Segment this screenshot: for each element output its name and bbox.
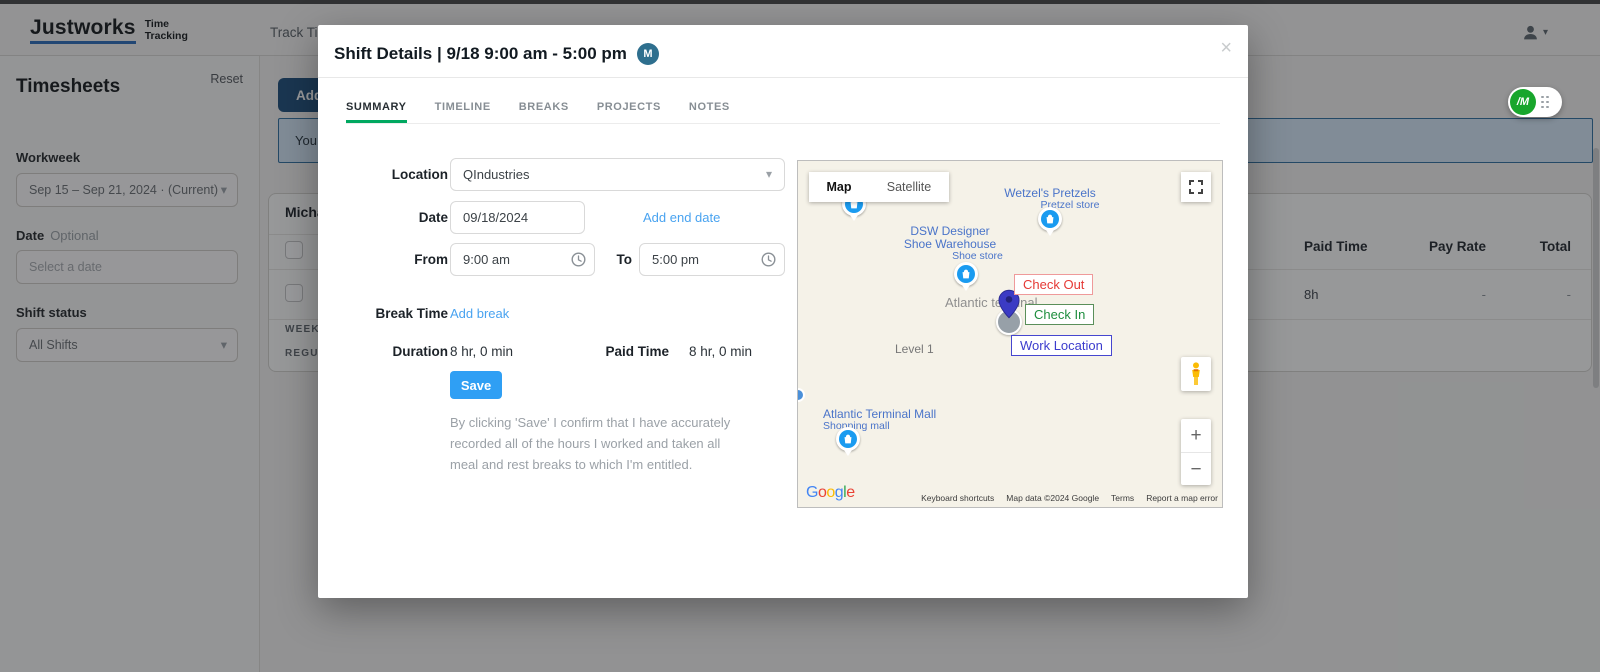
check-out-tag: Check Out [1014, 274, 1093, 295]
paid-time-value: 8 hr, 0 min [689, 335, 752, 368]
clock-icon[interactable] [571, 252, 586, 267]
tab-breaks[interactable]: BREAKS [519, 101, 569, 123]
keyboard-shortcuts-link[interactable]: Keyboard shortcuts [921, 493, 994, 503]
date-input-wrap [450, 201, 585, 234]
paid-time-label: Paid Time [554, 335, 669, 368]
zoom-out-button[interactable]: − [1181, 453, 1211, 486]
location-label: Location [338, 158, 448, 191]
clipped-marker-icon [797, 388, 805, 402]
app-root: Justworks Time Tracking Track Time Times… [0, 0, 1600, 672]
pegman-control[interactable] [1181, 357, 1211, 391]
map-canvas[interactable]: Map Satellite Wetzel's Pretzels Pretzel … [797, 160, 1223, 508]
work-location-tag: Work Location [1011, 335, 1112, 356]
terminal-label: Atlantic terminal [945, 295, 1037, 310]
close-icon[interactable]: × [1220, 37, 1232, 60]
map-type-control: Map Satellite [809, 172, 949, 202]
save-button[interactable]: Save [450, 371, 502, 399]
from-label: From [338, 243, 448, 276]
duration-label: Duration [338, 335, 448, 368]
map-button[interactable]: Map [809, 172, 869, 202]
chevron-down-icon: ▾ [766, 159, 772, 190]
store-pin-icon[interactable] [1038, 207, 1062, 237]
date-input[interactable] [451, 202, 584, 233]
check-in-tag: Check In [1025, 304, 1094, 325]
to-time-wrap [639, 243, 785, 276]
drag-handle-icon[interactable] [1541, 96, 1549, 109]
place-label[interactable]: DSW Designer Shoe Warehouse Shoe store [865, 225, 1035, 263]
modal-title: Shift Details | 9/18 9:00 am - 5:00 pm [334, 44, 627, 64]
terms-link[interactable]: Terms [1111, 493, 1134, 503]
tab-summary[interactable]: SUMMARY [346, 101, 407, 123]
google-logo[interactable]: Google [806, 484, 855, 502]
map-data-label: Map data ©2024 Google [1006, 493, 1099, 503]
map-attribution: Keyboard shortcuts Map data ©2024 Google… [921, 493, 1218, 503]
fullscreen-icon [1189, 180, 1203, 194]
satellite-button[interactable]: Satellite [869, 172, 949, 202]
zoom-in-button[interactable]: + [1181, 419, 1211, 452]
duration-value: 8 hr, 0 min [450, 335, 513, 368]
fullscreen-button[interactable] [1181, 172, 1211, 202]
location-select[interactable]: QIndustries ▾ [450, 158, 785, 191]
tab-notes[interactable]: NOTES [689, 101, 730, 123]
tab-projects[interactable]: PROJECTS [597, 101, 661, 123]
to-label: To [604, 243, 632, 276]
extension-logo-icon: /M [1510, 89, 1536, 115]
level-label: Level 1 [895, 342, 934, 356]
add-break-link[interactable]: Add break [450, 297, 509, 330]
store-pin-icon[interactable] [954, 262, 978, 292]
avatar: M [637, 43, 659, 65]
modal-tabs: SUMMARY TIMELINE BREAKS PROJECTS NOTES [346, 101, 1220, 124]
pegman-icon [1189, 362, 1203, 386]
modal-title-row: Shift Details | 9/18 9:00 am - 5:00 pm M [334, 43, 659, 65]
break-time-label: Break Time [338, 297, 448, 330]
report-map-error-link[interactable]: Report a map error [1146, 493, 1218, 503]
extension-badge[interactable]: /M [1508, 87, 1562, 117]
clock-icon[interactable] [761, 252, 776, 267]
zoom-control: + − [1181, 419, 1211, 485]
store-pin-icon[interactable] [836, 427, 860, 457]
add-end-date-link[interactable]: Add end date [643, 201, 720, 234]
from-time-wrap [450, 243, 595, 276]
tab-timeline[interactable]: TIMELINE [435, 101, 491, 123]
divider [318, 77, 1248, 78]
shift-details-modal: Shift Details | 9/18 9:00 am - 5:00 pm M… [318, 25, 1248, 598]
date-label: Date [338, 201, 448, 234]
save-disclaimer: By clicking 'Save' I confirm that I have… [450, 413, 730, 475]
